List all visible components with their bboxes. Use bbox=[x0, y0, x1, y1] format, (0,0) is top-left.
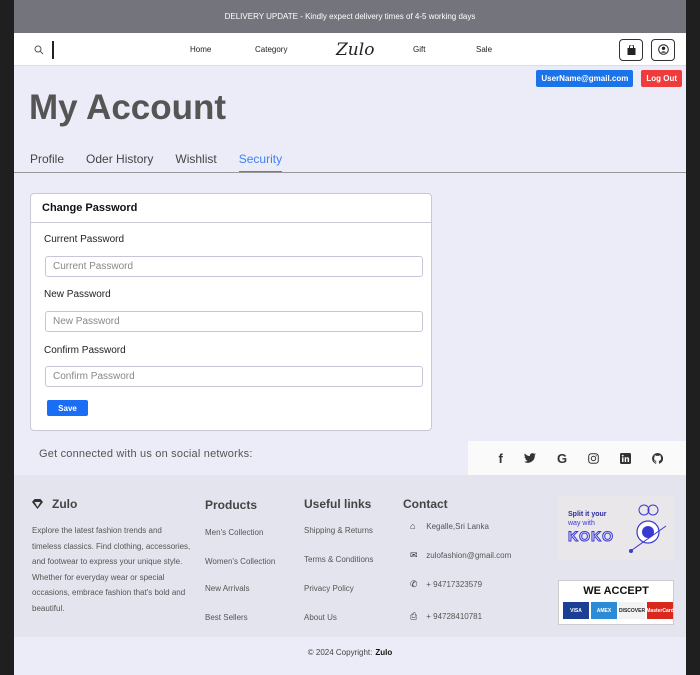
footer-link-new-arrivals[interactable]: New Arrivals bbox=[205, 584, 249, 593]
google-icon[interactable]: G bbox=[557, 451, 567, 466]
payment-methods-card: WE ACCEPT VISA AMEX DISCOVER MasterCard bbox=[558, 580, 674, 625]
search-icon[interactable] bbox=[34, 45, 44, 55]
footer-link-womens[interactable]: Women's Collection bbox=[205, 557, 275, 566]
new-password-input[interactable] bbox=[45, 311, 423, 332]
astronaut-illustration bbox=[629, 504, 667, 553]
announcement-bar: DELIVERY UPDATE - Kindly expect delivery… bbox=[14, 0, 686, 33]
tabs-divider bbox=[14, 172, 686, 173]
social-text: Get connected with us on social networks… bbox=[39, 448, 253, 460]
confirm-password-input[interactable] bbox=[45, 366, 423, 387]
contact-phone[interactable]: ✆ + 94717323579 bbox=[410, 579, 482, 590]
social-bar: Get connected with us on social networks… bbox=[14, 441, 686, 475]
printer-icon: ⎙ bbox=[410, 611, 418, 621]
brand-logo[interactable]: Zulo bbox=[336, 33, 374, 66]
copyright-bar: © 2024 Copyright: Zulo bbox=[14, 637, 686, 667]
envelope-icon: ✉ bbox=[410, 550, 418, 560]
nav-gift[interactable]: Gift bbox=[413, 33, 425, 66]
current-password-label: Current Password bbox=[44, 234, 125, 245]
tab-wishlist[interactable]: Wishlist bbox=[175, 152, 216, 173]
discover-card-icon: DISCOVER bbox=[619, 602, 645, 619]
contact-email-text: zulofashion@gmail.com bbox=[426, 551, 512, 560]
linkedin-icon[interactable] bbox=[620, 452, 632, 464]
profile-button[interactable] bbox=[651, 38, 675, 61]
products-heading: Products bbox=[205, 498, 258, 512]
user-email-badge[interactable]: UserName@gmail.com bbox=[536, 70, 634, 87]
shopping-bag-icon bbox=[627, 44, 635, 55]
tab-profile[interactable]: Profile bbox=[30, 152, 64, 173]
footer-brand-name: Zulo bbox=[52, 497, 78, 511]
change-password-card: Change Password Current Password New Pas… bbox=[30, 193, 432, 431]
tab-order-history[interactable]: Oder History bbox=[86, 152, 153, 173]
new-password-label: New Password bbox=[44, 289, 111, 300]
home-icon: ⌂ bbox=[410, 521, 416, 531]
contact-address-text: Kegalle,Sri Lanka bbox=[426, 522, 489, 531]
contact-email[interactable]: ✉ zulofashion@gmail.com bbox=[410, 550, 511, 561]
contact-fax: ⎙ + 94728410781 bbox=[410, 611, 482, 622]
useful-links-heading: Useful links bbox=[304, 497, 372, 511]
current-password-input[interactable] bbox=[45, 256, 423, 277]
contact-phone-text: + 94717323579 bbox=[426, 580, 483, 589]
account-bar: UserName@gmail.com Log Out bbox=[536, 70, 682, 87]
confirm-password-label: Confirm Password bbox=[44, 345, 126, 356]
user-circle-icon bbox=[657, 44, 669, 55]
page-title: My Account bbox=[29, 88, 227, 127]
nav-category[interactable]: Category bbox=[255, 33, 287, 66]
copyright-text: © 2024 Copyright: bbox=[307, 647, 373, 657]
koko-brand: KOKO bbox=[568, 528, 614, 545]
logout-button[interactable]: Log Out bbox=[641, 70, 682, 87]
github-icon[interactable] bbox=[652, 452, 664, 464]
mastercard-icon: MasterCard bbox=[646, 602, 674, 619]
nav-sale[interactable]: Sale bbox=[476, 33, 492, 66]
footer-link-about[interactable]: About Us bbox=[304, 613, 337, 622]
twitter-icon[interactable] bbox=[523, 453, 536, 463]
nav-home[interactable]: Home bbox=[190, 33, 211, 66]
copyright-brand[interactable]: Zulo bbox=[375, 648, 392, 657]
koko-banner[interactable]: Split it your way with KOKO bbox=[558, 496, 674, 560]
footer-about-text: Explore the latest fashion trends and ti… bbox=[32, 526, 191, 613]
footer: Zulo Explore the latest fashion trends a… bbox=[14, 475, 686, 637]
search-box[interactable] bbox=[34, 33, 54, 66]
koko-line2: way with bbox=[568, 520, 595, 527]
footer-brand: Zulo bbox=[32, 497, 77, 511]
contact-address: ⌂ Kegalle,Sri Lanka bbox=[410, 521, 489, 531]
page-frame: DELIVERY UPDATE - Kindly expect delivery… bbox=[14, 0, 686, 675]
gem-icon bbox=[32, 499, 43, 509]
card-title: Change Password bbox=[31, 194, 431, 223]
cart-button[interactable] bbox=[619, 38, 643, 61]
save-button[interactable]: Save bbox=[47, 400, 88, 416]
visa-card-icon: VISA bbox=[563, 602, 589, 619]
footer-link-mens[interactable]: Men's Collection bbox=[205, 528, 263, 537]
amex-card-icon: AMEX bbox=[591, 602, 617, 619]
koko-line1: Split it your bbox=[568, 511, 607, 518]
we-accept-title: WE ACCEPT bbox=[583, 585, 649, 597]
footer-link-shipping[interactable]: Shipping & Returns bbox=[304, 526, 373, 535]
social-icons: f G bbox=[468, 441, 686, 475]
footer-link-terms[interactable]: Terms & Conditions bbox=[304, 555, 373, 564]
footer-link-best-sellers[interactable]: Best Sellers bbox=[205, 613, 248, 622]
announcement-text: DELIVERY UPDATE - Kindly expect delivery… bbox=[224, 12, 476, 21]
contact-fax-text: + 94728410781 bbox=[426, 612, 483, 621]
instagram-icon[interactable] bbox=[588, 452, 600, 464]
facebook-icon[interactable]: f bbox=[499, 451, 503, 466]
navbar: Home Category Zulo Gift Sale bbox=[14, 33, 686, 66]
search-cursor bbox=[52, 40, 54, 59]
account-tabs: Profile Oder History Wishlist Security bbox=[30, 152, 283, 173]
contact-heading: Contact bbox=[403, 497, 448, 511]
footer-link-privacy[interactable]: Privacy Policy bbox=[304, 584, 354, 593]
phone-icon: ✆ bbox=[410, 579, 418, 589]
tab-security[interactable]: Security bbox=[238, 152, 283, 173]
